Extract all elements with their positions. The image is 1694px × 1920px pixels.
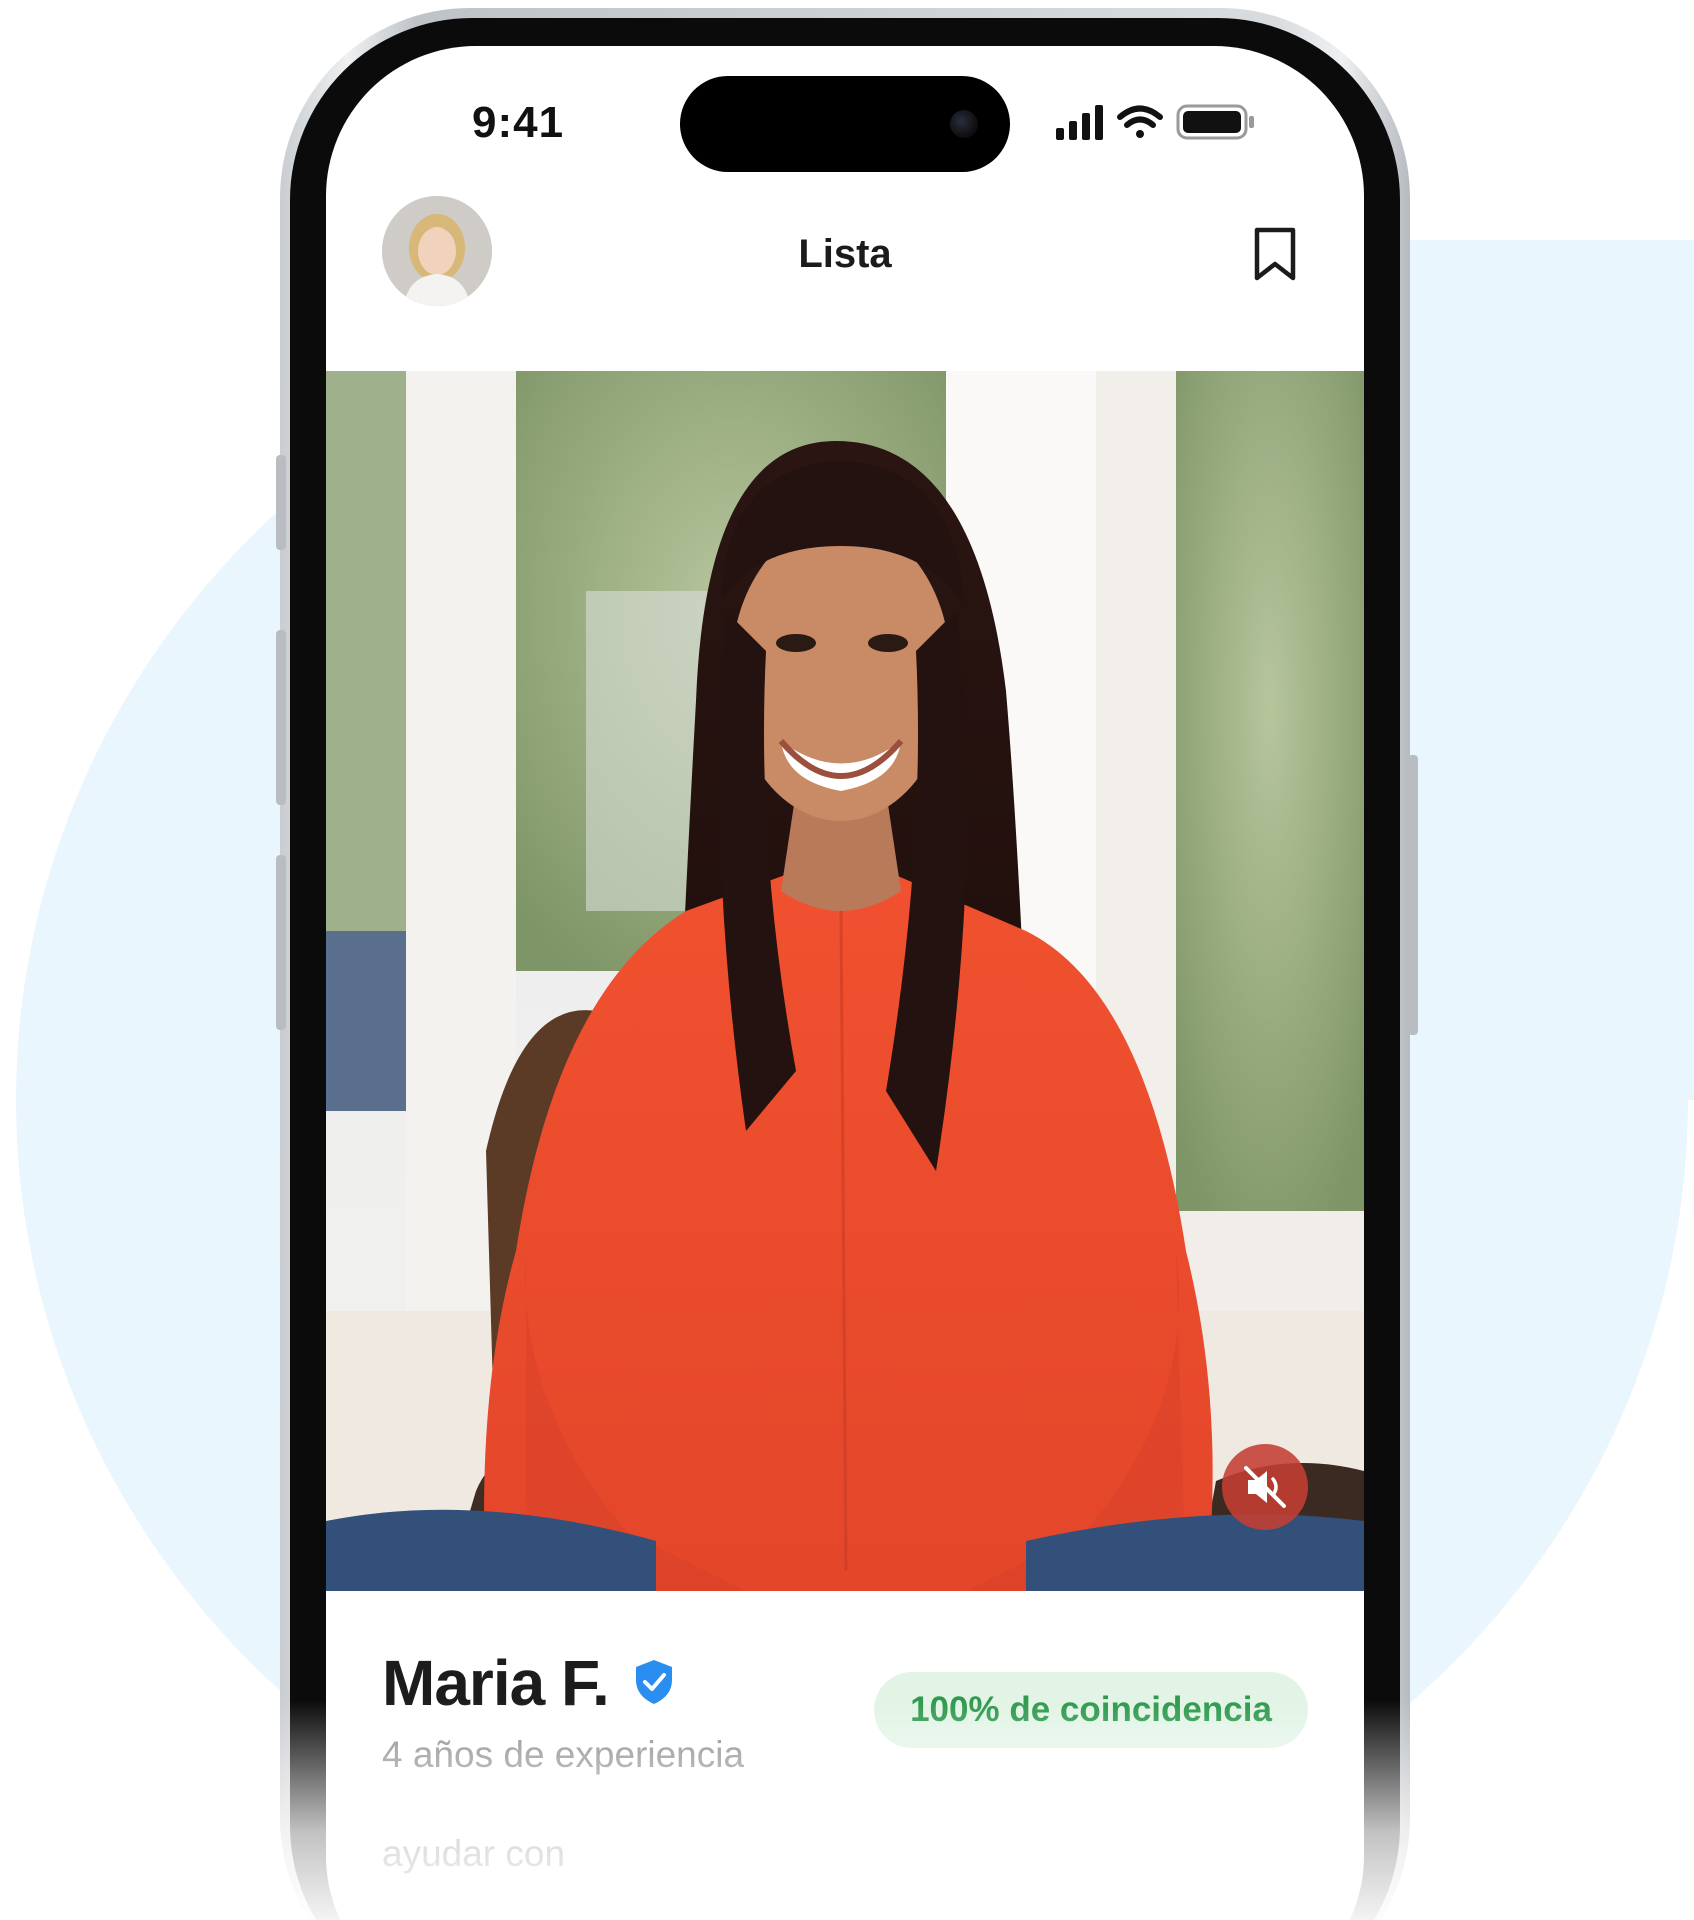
phone-screen: 9:41 Lista Maria F. 100% de coincidencia… bbox=[326, 46, 1364, 1920]
profile-photo bbox=[326, 371, 1364, 1591]
help-text: ayudar con bbox=[382, 1833, 566, 1874]
volume-up-button bbox=[276, 630, 286, 805]
profile-video[interactable] bbox=[326, 371, 1364, 1591]
verified-shield-icon bbox=[636, 1660, 672, 1704]
speaker-muted-icon bbox=[1244, 1466, 1286, 1508]
battery-icon bbox=[1176, 104, 1254, 140]
power-button bbox=[1408, 755, 1418, 1035]
action-button bbox=[276, 455, 286, 550]
experience-text: 4 años de experiencia bbox=[382, 1734, 745, 1775]
dynamic-island bbox=[680, 76, 1010, 172]
bookmark-icon[interactable] bbox=[1250, 226, 1300, 282]
status-time: 9:41 bbox=[472, 98, 565, 147]
page-title: Lista bbox=[798, 232, 892, 276]
app-promo-stage: 9:41 Lista Maria F. 100% de coincidencia… bbox=[0, 0, 1694, 1920]
profile-name: Maria F. bbox=[382, 1647, 610, 1719]
wifi-icon bbox=[1117, 105, 1163, 138]
match-badge: 100% de coincidencia bbox=[874, 1672, 1308, 1748]
mute-button[interactable] bbox=[1222, 1444, 1308, 1530]
front-camera-icon bbox=[950, 110, 978, 138]
volume-down-button bbox=[276, 855, 286, 1030]
cellular-signal-icon bbox=[1056, 105, 1103, 140]
status-icons bbox=[1056, 104, 1254, 140]
